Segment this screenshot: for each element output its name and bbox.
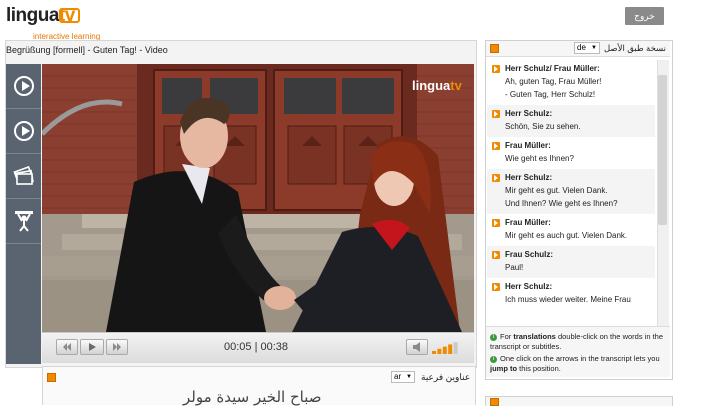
logo-text: lingua (6, 5, 59, 26)
tv-icon (59, 8, 80, 23)
transcript-line[interactable]: Ah, guten Tag, Frau Müller! (505, 75, 655, 88)
play-button[interactable] (80, 339, 104, 355)
transcript-entry[interactable]: Herr Schulz: Mir geht es gut. Vielen Dan… (487, 169, 655, 214)
subtitle-language-value: ar (394, 372, 402, 381)
time-current: 00:05 (224, 341, 252, 353)
transcript-line[interactable]: Schön, Sie zu sehen. (505, 120, 655, 133)
help-text: For (500, 332, 514, 341)
lingua-tv-logo: linguatv interactive learning (6, 5, 146, 43)
transcript-line[interactable]: Mir geht es auch gut. Vielen Dank. (505, 229, 655, 242)
video-watermark: linguatv (412, 78, 463, 93)
player-controls: 00:05 | 00:38 (42, 332, 474, 363)
speaker-name: Herr Schulz: (505, 109, 553, 118)
play-slow-button[interactable] (6, 109, 41, 154)
transcript-header: de ▼ نسخة طبق الأصل (486, 41, 670, 57)
subtitle-toggle-icon[interactable] (47, 373, 56, 382)
chevron-down-icon: ▼ (591, 45, 597, 51)
rewind-icon (63, 343, 71, 351)
jump-arrow-icon[interactable] (492, 142, 500, 150)
transcript-entry[interactable]: Frau Müller: Mir geht es auch gut. Viele… (487, 214, 655, 246)
jump-arrow-icon[interactable] (492, 174, 500, 182)
mute-button[interactable] (406, 339, 428, 355)
transcript-entry[interactable]: Herr Schulz: Schön, Sie zu sehen. (487, 105, 655, 137)
time-separator: | (254, 341, 258, 353)
volume-bar (437, 348, 442, 354)
jump-arrow-icon[interactable] (492, 219, 500, 227)
chevron-down-icon: ▼ (406, 374, 412, 380)
jump-arrow-icon[interactable] (492, 110, 500, 118)
transcript-language-value: de (577, 43, 586, 52)
subtitle-text: صباح الخير سيدة مولر (183, 388, 322, 406)
transcript-language-select[interactable]: de ▼ (574, 42, 600, 54)
watermark-text: lingua (412, 78, 451, 93)
forward-button[interactable] (106, 339, 128, 355)
transcript-line[interactable]: Paul! (505, 261, 655, 274)
transcript-help: i For translations double-click on the wo… (486, 326, 670, 377)
help-bold: jump to (490, 364, 518, 373)
exercise-button[interactable] (6, 199, 41, 244)
transcript-scroll-thumb[interactable] (658, 75, 667, 225)
play-icon (89, 343, 96, 351)
speaker-name: Frau Müller: (505, 141, 551, 150)
cards-icon (12, 166, 34, 186)
transcript-list: Herr Schulz/ Frau Müller: Ah, guten Tag,… (487, 60, 655, 326)
transcript-title: نسخة طبق الأصل (604, 43, 666, 53)
video-title: Begrüßung [formell] - Guten Tag! - Video (6, 45, 168, 55)
volume-bar (432, 351, 436, 354)
watermark-tv-text: tv (450, 78, 462, 93)
help-text: this position. (517, 364, 561, 373)
transcript-line[interactable]: Und Ihnen? Wie geht es Ihnen? (505, 197, 655, 210)
transcript-entry[interactable]: Frau Müller: Wie geht es Ihnen? (487, 137, 655, 169)
speaker-name: Herr Schulz: (505, 282, 553, 291)
help-bold: translations (513, 332, 556, 341)
info-icon: i (490, 333, 497, 341)
transcript-line[interactable]: Ich muss wieder weiter. Meine Frau (505, 293, 655, 306)
time-total: 00:38 (260, 341, 289, 353)
volume-bar (453, 342, 458, 354)
subtitle-language-select[interactable]: ar ▼ (391, 371, 415, 383)
exit-button[interactable]: خروج (625, 7, 664, 25)
speaker-name: Frau Müller: (505, 218, 551, 227)
transcript-line[interactable]: Wie geht es Ihnen? (505, 152, 655, 165)
speaker-name: Frau Schulz: (505, 250, 554, 259)
jump-arrow-icon[interactable] (492, 251, 500, 259)
volume-slider[interactable] (432, 340, 460, 354)
jump-arrow-icon[interactable] (492, 283, 500, 291)
speaker-icon (413, 342, 420, 352)
time-display: 00:05 | 00:38 (224, 341, 288, 353)
rewind-button[interactable] (56, 339, 78, 355)
info-icon: i (490, 355, 497, 363)
dumbbell-trainer-icon (14, 211, 33, 232)
vocabulary-button[interactable] (6, 154, 41, 199)
transcript-line[interactable]: - Guten Tag, Herr Schulz! (505, 88, 655, 101)
subtitle-panel: ar ▼ عناوين فرعية صباح الخير سيدة مولر (42, 366, 476, 406)
forward-icon (113, 343, 121, 351)
video-side-controls (6, 64, 41, 364)
transcript-toggle-icon[interactable] (490, 44, 499, 53)
jump-arrow-icon[interactable] (492, 65, 500, 73)
video-player[interactable]: linguatv (42, 64, 474, 332)
help-translations: i For translations double-click on the wo… (490, 332, 666, 352)
transcript-entry[interactable]: Frau Schulz: Paul! (487, 246, 655, 278)
play-circle-icon (13, 121, 34, 141)
speaker-name: Herr Schulz/ Frau Müller: (505, 64, 600, 73)
subtitle-panel-title: عناوين فرعية (421, 372, 471, 382)
speaker-name: Herr Schulz: (505, 173, 553, 182)
transcript-entry[interactable]: Herr Schulz/ Frau Müller: Ah, guten Tag,… (487, 60, 655, 105)
volume-bar (442, 346, 447, 354)
volume-bar (448, 344, 453, 354)
transcript-entry[interactable]: Herr Schulz: Ich muss wieder weiter. Mei… (487, 278, 655, 310)
play-video-button[interactable] (6, 64, 41, 109)
help-jump: i One click on the arrows in the transcri… (490, 354, 666, 374)
help-text: One click on the arrows in the transcrip… (500, 354, 660, 363)
play-circle-icon (13, 76, 34, 96)
video-still-image: linguatv (42, 64, 474, 332)
transcript-line[interactable]: Mir geht es gut. Vielen Dank. (505, 184, 655, 197)
